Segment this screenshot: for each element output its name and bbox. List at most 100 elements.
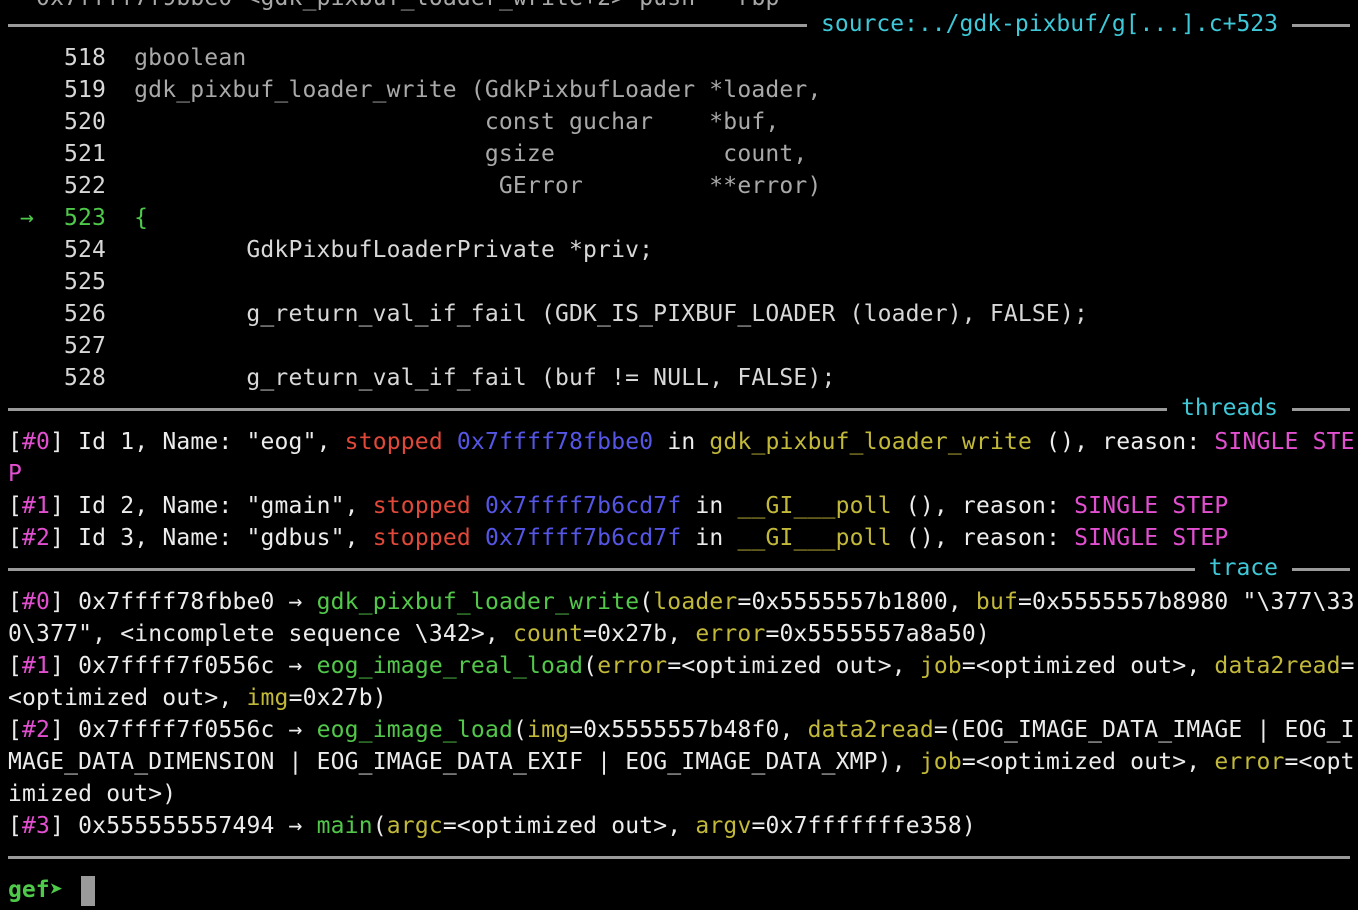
source-section-header: source:../gdk-pixbuf/g[...].c+523 bbox=[8, 8, 1350, 40]
thread-id: Id 2, Name: "gmain", bbox=[64, 493, 373, 519]
line-text: { bbox=[134, 205, 149, 231]
frame-arg-name: job bbox=[919, 749, 962, 775]
frame-arg-value: =(EOG_IMAGE_DATA_IMAGE | EOG_I bbox=[933, 717, 1355, 743]
thread-index: #2 bbox=[22, 525, 51, 551]
trace-frame-0: [#0] 0x7ffff78fbbe0 → gdk_pixbuf_loader_… bbox=[8, 589, 1355, 615]
thread-in: in bbox=[681, 525, 738, 551]
frame-arg-value: =0x27b, bbox=[583, 621, 696, 647]
source-line: 526 g_return_val_if_fail (GDK_IS_PIXBUF_… bbox=[8, 298, 1088, 330]
frame-arg-value: =<opt bbox=[1284, 749, 1355, 775]
trace-header-title: trace bbox=[1194, 552, 1292, 584]
line-text: gdk_pixbuf_loader_write (GdkPixbufLoader… bbox=[134, 77, 822, 103]
thread-row-0-wrap: P bbox=[8, 458, 22, 490]
thread-reason-label: (), reason: bbox=[1032, 429, 1215, 455]
thread-reason-label: (), reason: bbox=[891, 493, 1075, 519]
thread-reason: SINGLE STE bbox=[1214, 429, 1355, 455]
frame-function: eog_image_real_load bbox=[316, 653, 584, 679]
current-line-arrow-icon: → bbox=[20, 205, 35, 231]
frame-function: main bbox=[316, 813, 373, 839]
thread-row-2: [#2] Id 3, Name: "gdbus", stopped 0x7fff… bbox=[8, 525, 1229, 551]
line-number: 528 bbox=[64, 365, 107, 391]
frame-arg-name: buf bbox=[975, 589, 1019, 615]
thread-index: #1 bbox=[22, 493, 51, 519]
frame-arg-name: argc bbox=[386, 813, 443, 839]
line-number: 520 bbox=[64, 109, 107, 135]
frame-arg-value: MAGE_DATA_DIMENSION | EOG_IMAGE_DATA_EXI… bbox=[8, 749, 920, 775]
thread-reason-wrap: P bbox=[8, 461, 23, 487]
frame-arg-value: =<optimized out>, bbox=[442, 813, 696, 839]
frame-arg-name: error bbox=[695, 621, 766, 647]
line-number: 523 bbox=[64, 205, 107, 231]
frame-arg-name: img bbox=[527, 717, 570, 743]
bottom-rule bbox=[8, 856, 1350, 859]
frame-arg-name: data2read bbox=[807, 717, 934, 743]
source-line: 520 const guchar *buf, bbox=[8, 106, 779, 138]
frame-arg-name: job bbox=[919, 653, 962, 679]
line-text: GdkPixbufLoaderPrivate *priv; bbox=[134, 237, 654, 263]
thread-address: 0x7ffff7b6cd7f bbox=[484, 493, 682, 519]
source-line: 519 gdk_pixbuf_loader_write (GdkPixbufLo… bbox=[8, 74, 822, 106]
threads-header-rule bbox=[8, 408, 1350, 411]
frame-arg-value: =0x27b) bbox=[288, 685, 387, 711]
trace-frame-2-wrap: MAGE_DATA_DIMENSION | EOG_IMAGE_DATA_EXI… bbox=[8, 746, 1355, 778]
source-line: 522 GError **error) bbox=[8, 170, 822, 202]
trace-frame-2: [#2] 0x7ffff7f0556c → eog_image_load(img… bbox=[8, 717, 1355, 743]
frame-address: 0x7ffff7f0556c → bbox=[64, 717, 317, 743]
thread-in: in bbox=[653, 429, 710, 455]
source-line: 528 g_return_val_if_fail (buf != NULL, F… bbox=[8, 362, 836, 394]
thread-state: stopped bbox=[372, 493, 471, 519]
thread-id: Id 3, Name: "gdbus", bbox=[64, 525, 373, 551]
trace-section-header: trace bbox=[8, 552, 1350, 584]
frame-arg-value: =<optimized out>, bbox=[961, 749, 1215, 775]
thread-in: in bbox=[681, 493, 738, 519]
thread-id: Id 1, Name: "eog", bbox=[64, 429, 345, 455]
source-line: 521 gsize count, bbox=[8, 138, 807, 170]
frame-index: #0 bbox=[22, 589, 51, 615]
command-line[interactable]: gef➤ bbox=[8, 874, 96, 906]
gef-prompt: gef➤ bbox=[8, 877, 64, 903]
frame-arg-name: error bbox=[1214, 749, 1285, 775]
source-line: 527 bbox=[8, 330, 134, 362]
source-line: 525 bbox=[8, 266, 134, 298]
line-text: const guchar *buf, bbox=[134, 109, 780, 135]
text-cursor[interactable] bbox=[81, 875, 96, 906]
thread-function: __GI___poll bbox=[737, 493, 892, 519]
thread-index: #0 bbox=[22, 429, 51, 455]
frame-arg-value: =<optimized out>, bbox=[667, 653, 920, 679]
frame-arg-value: =0x5555557b48f0, bbox=[569, 717, 808, 743]
thread-state: stopped bbox=[372, 525, 471, 551]
frame-arg-value: = bbox=[1340, 653, 1355, 679]
line-text: gsize count, bbox=[134, 141, 808, 167]
frame-arg-name: data2read bbox=[1214, 653, 1341, 679]
frame-address: 0x555555557494 → bbox=[64, 813, 317, 839]
trace-frame-0-wrap: 0\377", <incomplete sequence \342>, coun… bbox=[8, 618, 990, 650]
frame-arg-value: 0\377", <incomplete sequence \342>, bbox=[8, 621, 513, 647]
line-text: g_return_val_if_fail (buf != NULL, FALSE… bbox=[134, 365, 836, 391]
frame-arg-value: imized out>) bbox=[8, 781, 177, 807]
frame-index: #2 bbox=[22, 717, 51, 743]
thread-function: __GI___poll bbox=[737, 525, 892, 551]
line-number: 519 bbox=[64, 77, 107, 103]
line-number: 518 bbox=[64, 45, 107, 71]
frame-arg-value: =0x5555557b8980 "\377\33 bbox=[1018, 589, 1355, 615]
trace-frame-3: [#3] 0x555555557494 → main(argc=<optimiz… bbox=[8, 813, 976, 839]
frame-address: 0x7ffff78fbbe0 → bbox=[64, 589, 317, 615]
frame-arg-value: =0x5555557b1800, bbox=[737, 589, 976, 615]
thread-reason: SINGLE STEP bbox=[1074, 493, 1229, 519]
frame-arg-name: loader bbox=[653, 589, 738, 615]
frame-arg-value: =0x7fffffffe358) bbox=[751, 813, 976, 839]
frame-address: 0x7ffff7f0556c → bbox=[64, 653, 317, 679]
frame-arg-name: argv bbox=[695, 813, 752, 839]
frame-arg-name: img bbox=[246, 685, 289, 711]
trace-frame-1: [#1] 0x7ffff7f0556c → eog_image_real_loa… bbox=[8, 653, 1355, 679]
frame-index: #1 bbox=[22, 653, 51, 679]
line-text: g_return_val_if_fail (GDK_IS_PIXBUF_LOAD… bbox=[134, 301, 1089, 327]
thread-state: stopped bbox=[344, 429, 443, 455]
source-line: 524 GdkPixbufLoaderPrivate *priv; bbox=[8, 234, 653, 266]
